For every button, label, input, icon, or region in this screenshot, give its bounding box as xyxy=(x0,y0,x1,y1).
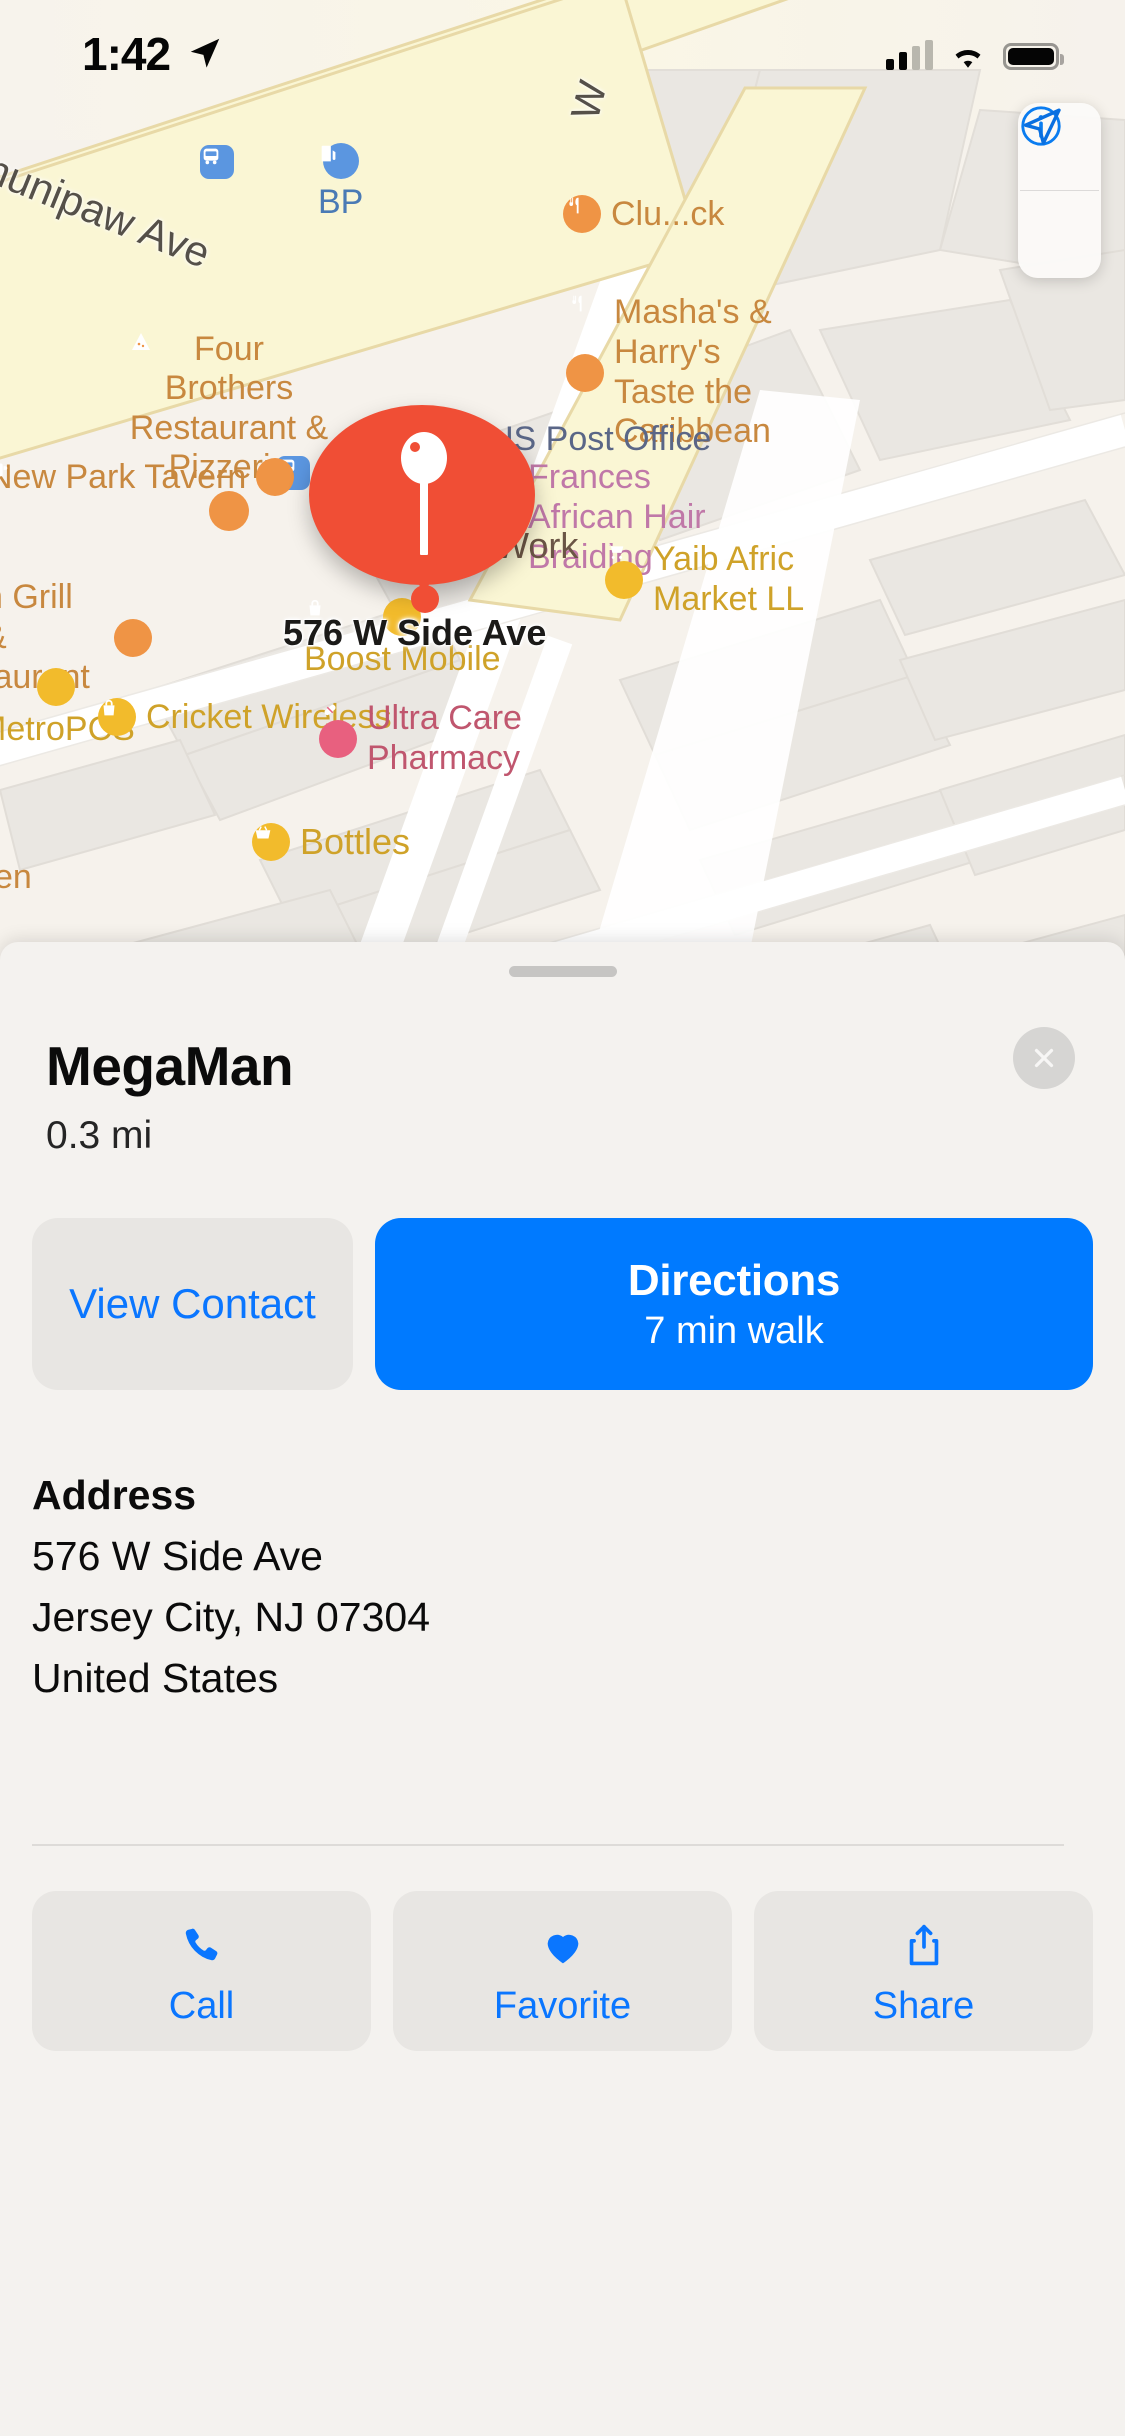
poi-label: Yaib Afric Market LL xyxy=(653,540,805,618)
place-title: MegaMan xyxy=(46,1035,294,1097)
restaurant-icon xyxy=(566,295,604,392)
primary-actions: View Contact Directions 7 min walk xyxy=(32,1218,1093,1390)
shopping-basket-icon xyxy=(252,823,290,862)
poi-label: Ultra Care Pharmacy xyxy=(367,699,522,777)
sheet-grabber[interactable] xyxy=(508,966,617,977)
address-line-2: Jersey City, NJ 07304 xyxy=(32,1594,431,1640)
shopping-bag-icon xyxy=(37,668,76,706)
call-button[interactable]: Call xyxy=(32,1891,371,2051)
selected-map-pin[interactable] xyxy=(309,405,541,613)
favorite-button[interactable]: Favorite xyxy=(393,1891,732,2051)
pizza-icon xyxy=(132,333,249,531)
poi-bus-stop[interactable] xyxy=(200,145,234,179)
pin-head xyxy=(401,432,447,484)
poi-new-park-tavern[interactable]: New Park Tavern xyxy=(0,458,295,497)
pin-needle xyxy=(420,479,428,555)
gas-pump-icon xyxy=(321,143,359,179)
address-line-3: United States xyxy=(32,1655,279,1701)
heart-icon xyxy=(539,1915,587,1977)
pharmacy-icon xyxy=(319,704,357,758)
favorite-label: Favorite xyxy=(493,1985,632,2027)
map-controls[interactable] xyxy=(1018,103,1101,278)
view-contact-label: View Contact xyxy=(69,1280,316,1327)
bus-icon xyxy=(200,145,234,179)
poi-four-brothers[interactable]: Four Brothers Restaurant & Pizzeria xyxy=(129,330,329,531)
iphone-screen: munipaw Ave W Clinton Ave Oxford Ave BP … xyxy=(0,0,1125,2436)
place-detail-sheet[interactable]: MegaMan 0.3 mi View Contact Directions 7… xyxy=(0,942,1125,2436)
directions-button[interactable]: Directions 7 min walk xyxy=(375,1218,1093,1390)
share-icon xyxy=(902,1915,946,1977)
poi-label: Clu...ck xyxy=(611,195,725,233)
address-line-1: 576 W Side Ave xyxy=(32,1533,323,1579)
close-button[interactable] xyxy=(1013,1027,1075,1089)
poi-label: New Park Tavern xyxy=(0,458,247,496)
poi-bottles[interactable]: Bottles xyxy=(252,821,411,863)
share-button[interactable]: Share xyxy=(754,1891,1093,2051)
locate-me-button[interactable] xyxy=(1018,108,1101,278)
address-heading: Address xyxy=(32,1472,197,1518)
phone-icon xyxy=(179,1915,225,1977)
section-divider xyxy=(32,1844,1064,1846)
restaurant-icon xyxy=(114,618,152,657)
call-label: Call xyxy=(168,1985,235,2027)
close-icon xyxy=(1034,1048,1054,1068)
poi-yaib-african-market[interactable]: Yaib Afric Market LL xyxy=(605,540,828,620)
poi-ultra-care-pharmacy[interactable]: Ultra Care Pharmacy xyxy=(319,699,557,779)
poi-label: en xyxy=(0,858,32,896)
poi-en-cutoff[interactable]: en xyxy=(0,858,32,896)
address-section[interactable]: Address 576 W Side Ave Jersey City, NJ 0… xyxy=(32,1472,430,1702)
share-label: Share xyxy=(872,1985,975,2027)
poi-label: Bottles xyxy=(300,821,411,862)
poi-bp[interactable]: BP xyxy=(318,143,363,221)
secondary-actions: Call Favorite Share xyxy=(32,1891,1093,2051)
shopping-cart-icon xyxy=(605,544,643,599)
pin-address-label: 576 W Side Ave xyxy=(283,612,547,653)
restaurant-icon xyxy=(563,195,601,234)
poi-club[interactable]: Clu...ck xyxy=(563,195,725,234)
shopping-bag-icon xyxy=(98,698,136,737)
pin-anchor-dot xyxy=(411,585,439,613)
directions-subtitle: 7 min walk xyxy=(644,1309,824,1352)
view-contact-button[interactable]: View Contact xyxy=(32,1218,353,1390)
directions-label: Directions xyxy=(627,1255,841,1305)
poi-label: BP xyxy=(318,183,364,221)
beer-mug-icon xyxy=(0,458,295,497)
place-distance: 0.3 mi xyxy=(46,1114,153,1157)
